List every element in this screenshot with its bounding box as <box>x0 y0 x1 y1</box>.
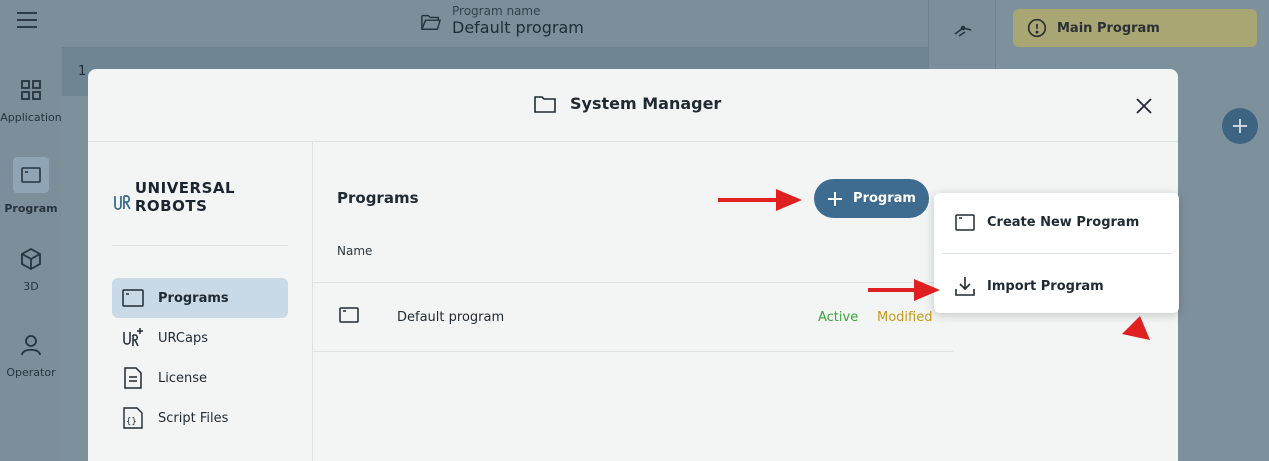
plus-icon <box>1233 119 1247 133</box>
rail-item-application[interactable]: Application <box>0 78 62 124</box>
hamburger-menu-icon[interactable] <box>17 12 37 33</box>
rail-item-label: Operator <box>6 366 56 379</box>
rail-item-operator[interactable]: Operator <box>0 333 62 379</box>
dialog-header: System Manager <box>88 69 1178 142</box>
sidebar-item-urcaps[interactable]: URCaps <box>112 318 288 358</box>
main-program-label: Main Program <box>1057 20 1160 36</box>
dialog-title: System Manager <box>570 94 722 113</box>
program-icon <box>955 213 975 231</box>
sidebar-item-label: Script Files <box>158 410 229 426</box>
program-dropdown-menu: Create New Program Import Program <box>934 193 1179 313</box>
menu-item-create-new-program[interactable]: Create New Program <box>934 193 1179 251</box>
programs-title: Programs <box>337 189 419 207</box>
add-program-button[interactable]: Program <box>814 179 929 218</box>
programs-panel: Programs Program Name Default program Ac… <box>313 142 953 461</box>
script-file-icon: {} <box>122 407 144 429</box>
menu-item-import-program[interactable]: Import Program <box>934 257 1179 315</box>
rail-item-program[interactable]: Program <box>0 157 62 215</box>
menu-item-label: Import Program <box>987 278 1104 294</box>
menu-divider <box>942 253 1171 254</box>
folder-open-icon <box>421 14 442 30</box>
status-modified: Modified <box>877 310 933 325</box>
logo-text: UNIVERSAL ROBOTS <box>134 179 236 215</box>
row-number: 1 <box>78 64 87 79</box>
urcaps-icon <box>122 327 144 349</box>
menu-item-label: Create New Program <box>987 214 1140 230</box>
program-icon <box>13 157 49 193</box>
robot-arm-icon[interactable] <box>951 20 975 44</box>
person-icon <box>21 335 41 356</box>
nav-rail: Application Program 3D Operator <box>0 0 62 461</box>
sidebar-item-label: License <box>158 370 208 386</box>
sidebar-item-label: Programs <box>158 290 229 306</box>
rail-item-label: Program <box>4 202 58 215</box>
status-active: Active <box>818 310 859 325</box>
grid-icon <box>21 80 41 100</box>
sidebar-item-license[interactable]: License <box>112 358 288 398</box>
universal-robots-logo: UNIVERSAL ROBOTS <box>113 179 312 215</box>
rail-item-label: 3D <box>23 280 39 293</box>
download-icon <box>955 277 975 296</box>
plus-icon <box>828 191 843 206</box>
folder-icon <box>534 95 556 113</box>
rail-item-label: Application <box>0 111 62 124</box>
ur-logo-icon <box>114 195 131 210</box>
column-header-name: Name <box>337 244 373 258</box>
alert-circle-icon <box>1027 18 1047 38</box>
close-icon[interactable] <box>1134 96 1154 116</box>
sidebar-item-script-files[interactable]: {} Script Files <box>112 398 288 438</box>
program-name-label: Program name <box>452 4 541 18</box>
cube-icon <box>21 247 41 271</box>
program-name: Default program <box>397 310 505 325</box>
sidebar-divider <box>112 245 288 246</box>
table-row[interactable]: Default program Active Modified <box>313 283 953 352</box>
program-name-value[interactable]: Default program <box>452 18 584 37</box>
svg-text:{}: {} <box>126 417 137 427</box>
program-header: Program name Default program <box>62 0 928 48</box>
add-node-button[interactable] <box>1222 108 1258 144</box>
main-program-badge[interactable]: Main Program <box>1013 9 1257 47</box>
rail-item-3d[interactable]: 3D <box>0 247 62 293</box>
sidebar-item-programs[interactable]: Programs <box>112 278 288 318</box>
add-program-label: Program <box>853 191 916 206</box>
program-icon <box>339 307 359 323</box>
document-icon <box>122 367 144 389</box>
program-icon <box>122 287 144 309</box>
dialog-sidebar: UNIVERSAL ROBOTS Programs URCaps License… <box>88 142 313 461</box>
sidebar-item-label: URCaps <box>158 330 208 346</box>
